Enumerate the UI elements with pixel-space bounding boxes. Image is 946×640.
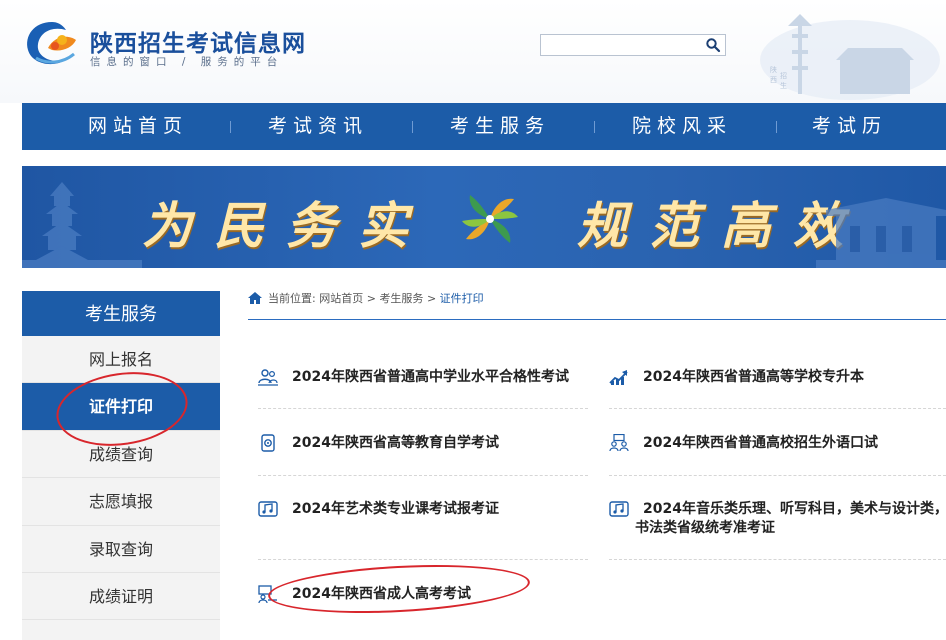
breadcrumb-current-link[interactable]: 证件打印 bbox=[440, 292, 484, 305]
sidebar-item-certificate-print[interactable]: 证件打印 bbox=[22, 383, 220, 431]
nav-separator bbox=[776, 121, 777, 133]
breadcrumb-separator: > bbox=[366, 292, 376, 305]
search-icon[interactable] bbox=[705, 37, 721, 53]
row-divider bbox=[258, 408, 588, 409]
svg-text:西: 西 bbox=[770, 76, 777, 84]
music-icon bbox=[258, 501, 278, 517]
svg-text:招: 招 bbox=[780, 71, 787, 80]
sidebar: 考生服务 网上报名 证件打印 成绩查询 志愿填报 录取查询 成绩证明 bbox=[22, 291, 220, 640]
main-nav: 网站首页 考试资讯 考生服务 院校风采 考试历 bbox=[22, 103, 946, 150]
nav-item-colleges[interactable]: 院校风采 bbox=[632, 103, 732, 150]
exam-label: 2024年陕西省高等教育自学考试 bbox=[292, 435, 499, 451]
exam-label: 2024年陕西省成人高考考试 bbox=[292, 586, 471, 602]
people-icon bbox=[258, 369, 278, 386]
pagoda-icon bbox=[22, 182, 142, 268]
exam-label-line2: 书法类省级统考准考证 bbox=[635, 520, 775, 536]
nav-item-candidate-services[interactable]: 考生服务 bbox=[450, 103, 550, 150]
row-divider bbox=[258, 559, 588, 560]
sidebar-title: 考生服务 bbox=[22, 291, 220, 336]
breadcrumb-divider bbox=[248, 319, 946, 320]
document-icon bbox=[261, 434, 275, 452]
svg-text:陕: 陕 bbox=[770, 65, 777, 74]
sidebar-item-application-fill[interactable]: 志愿填报 bbox=[22, 478, 220, 526]
chart-up-icon bbox=[609, 370, 628, 385]
breadcrumb: 当前位置: 网站首页 > 考生服务 > 证件打印 bbox=[248, 290, 484, 306]
row-divider bbox=[609, 475, 946, 476]
exam-label: 2024年陕西省普通高中学业水平合格性考试 bbox=[292, 369, 569, 385]
exam-label: 2024年陕西省普通高校招生外语口试 bbox=[643, 435, 878, 451]
banner: 为民务实 规范高效 bbox=[22, 166, 946, 268]
building-icon bbox=[816, 198, 946, 268]
home-icon bbox=[248, 292, 262, 304]
site-logo-icon[interactable] bbox=[22, 18, 82, 70]
breadcrumb-separator: > bbox=[426, 292, 437, 305]
nav-separator bbox=[230, 121, 231, 133]
sidebar-item-online-registration[interactable]: 网上报名 bbox=[22, 336, 220, 384]
sidebar-item-admission-query[interactable]: 录取查询 bbox=[22, 526, 220, 573]
row-divider bbox=[609, 559, 946, 560]
breadcrumb-home-link[interactable]: 网站首页 bbox=[319, 292, 363, 305]
exam-label-line1: 2024年音乐类乐理、听写科目，美术与设计类， bbox=[643, 501, 946, 517]
nav-item-home[interactable]: 网站首页 bbox=[88, 103, 188, 150]
nav-item-exam-history[interactable]: 考试历 bbox=[812, 103, 887, 150]
teacher-icon bbox=[258, 585, 277, 603]
site-header: 陕西招生考试信息网 信息的窗口 / 服务的平台 陕西 招生 bbox=[0, 0, 946, 103]
exam-label: 2024年陕西省普通高等学校专升本 bbox=[643, 369, 864, 385]
group-icon bbox=[609, 434, 629, 452]
nav-separator bbox=[594, 121, 595, 133]
sidebar-item-score-query[interactable]: 成绩查询 bbox=[22, 431, 220, 479]
banner-slogan-left: 为民务实 bbox=[142, 196, 430, 255]
nav-separator bbox=[412, 121, 413, 133]
row-divider bbox=[258, 475, 588, 476]
breadcrumb-prefix: 当前位置: bbox=[268, 292, 316, 305]
search-box bbox=[540, 34, 726, 56]
sidebar-item-score-certificate[interactable]: 成绩证明 bbox=[22, 573, 220, 621]
pagoda-decoration-icon: 陕西 招生 bbox=[760, 14, 940, 100]
svg-text:生: 生 bbox=[780, 81, 787, 90]
row-divider bbox=[609, 408, 946, 409]
breadcrumb-section-link[interactable]: 考生服务 bbox=[379, 292, 423, 305]
pinwheel-logo-icon bbox=[462, 195, 518, 243]
nav-item-exam-news[interactable]: 考试资讯 bbox=[268, 103, 368, 150]
site-subtitle: 信息的窗口 / 服务的平台 bbox=[90, 56, 284, 68]
search-input[interactable] bbox=[545, 36, 709, 56]
site-title[interactable]: 陕西招生考试信息网 bbox=[90, 24, 306, 58]
exam-label: 2024年艺术类专业课考试报考证 bbox=[292, 501, 499, 517]
music-icon bbox=[609, 501, 629, 517]
